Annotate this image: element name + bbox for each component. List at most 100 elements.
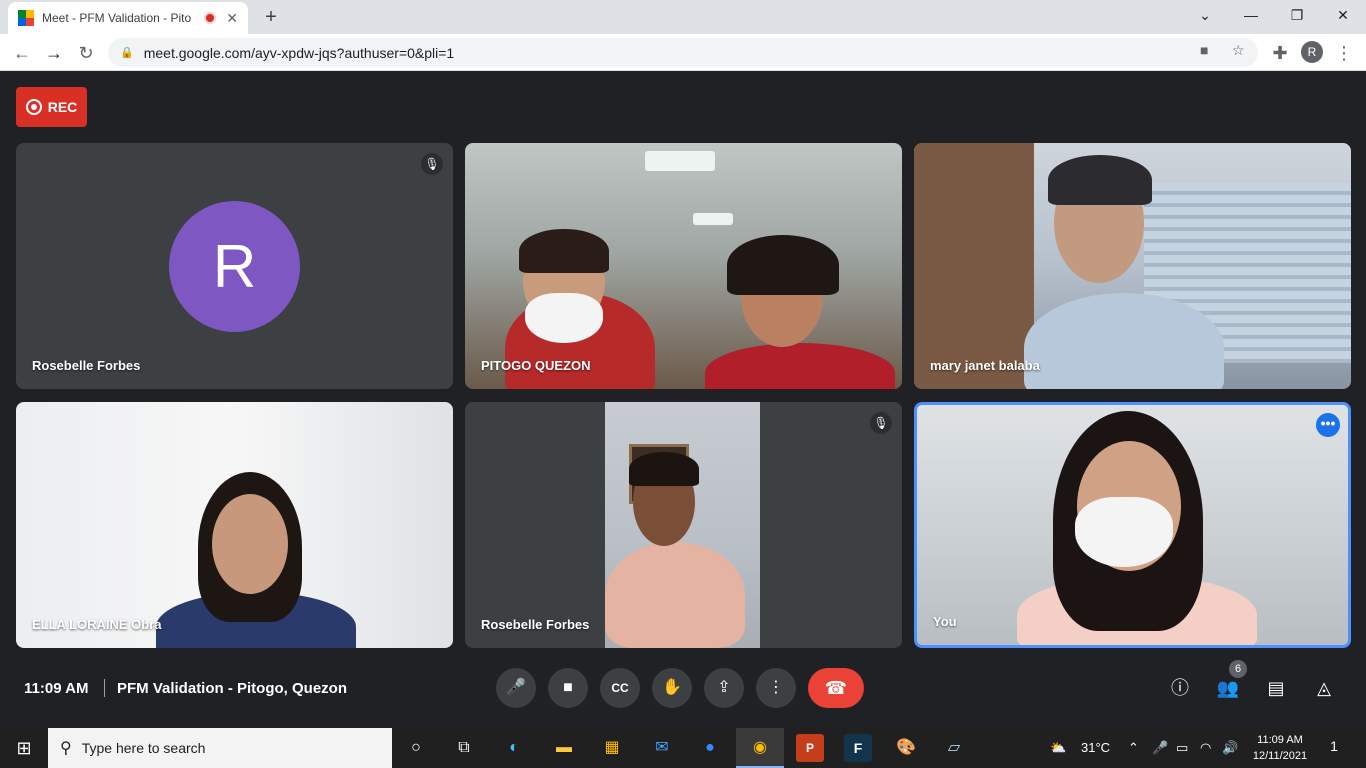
activities-icon: ◬ [1317,678,1331,698]
paint-icon[interactable]: 🎨 [892,734,920,762]
more-options-button[interactable]: ⋮ [756,668,796,708]
participant-video [605,402,760,648]
bookmark-star-icon[interactable]: ☆ [1232,42,1245,59]
windows-taskbar: ⊞ ⚲ Type here to search ○ ⧉ ◐ ▬ ▦ ✉ ● ◉ … [0,728,1366,768]
forward-arrow-icon[interactable]: → [40,39,68,67]
participant-tile-self[interactable]: ••• You [914,402,1351,648]
mic-off-icon: 🎙 [870,412,892,434]
close-window-button[interactable]: ✕ [1320,0,1366,30]
extensions-puzzle-icon[interactable]: ✚ [1266,39,1294,67]
raise-hand-button[interactable]: ✋ [652,668,692,708]
recording-label: REC [47,99,78,115]
back-arrow-icon[interactable]: ← [8,39,36,67]
camera-icon[interactable]: ■ [1200,42,1208,58]
present-icon: ⇪ [717,679,731,696]
video-camera-icon: ■ [563,679,573,696]
participant-tile[interactable]: ELLA LORAINE Obra [16,402,453,648]
tab-close-button[interactable]: ✕ [226,10,238,27]
participant-name: You [933,614,957,629]
participant-tile[interactable]: mary janet balaba [914,143,1351,389]
chrome-icon[interactable]: ◉ [746,734,774,762]
leave-call-button[interactable]: ☎ [808,668,864,708]
chat-button[interactable]: ▤ [1264,676,1288,700]
participant-video [914,143,1351,389]
tab-search-button[interactable]: ⌄ [1182,0,1228,30]
participant-tile[interactable]: PITOGO QUEZON [465,143,902,389]
microphone-tray-icon[interactable]: 🎤 [1152,728,1168,768]
microphone-icon: 🎤 [506,679,526,696]
clock-date: 12/11/2021 [1252,750,1308,762]
info-icon: ⓘ [1171,678,1189,698]
windows-start-icon[interactable]: ⊞ [0,728,48,768]
taskbar-search-box[interactable]: ⚲ Type here to search [48,728,392,768]
divider [104,679,105,697]
recording-badge: REC [16,87,87,127]
camera-button[interactable]: ■ [548,668,588,708]
participant-video [465,143,902,389]
search-icon: ⚲ [60,740,72,757]
captions-button[interactable]: CC [600,668,640,708]
profile-avatar[interactable]: R [1301,41,1323,63]
hand-icon: ✋ [662,679,682,696]
present-screen-button[interactable]: ⇪ [704,668,744,708]
url-input[interactable]: 🔒 meet.google.com/ayv-xpdw-jqs?authuser=… [108,38,1258,67]
mail-icon[interactable]: ✉ [648,734,676,762]
notification-icon[interactable]: 1 [1324,738,1344,758]
meeting-clock: 11:09 AM [24,680,89,697]
meeting-controls-bar: 11:09 AM PFM Validation - Pitogo, Quezon… [0,648,1366,728]
browser-tab[interactable]: Meet - PFM Validation - Pito ✕ [8,2,248,34]
recording-indicator-icon [204,12,217,24]
task-view-icon[interactable]: ⧉ [450,734,478,762]
file-explorer-icon[interactable]: ▬ [550,734,578,762]
participant-name: mary janet balaba [930,358,1040,373]
clock-time: 11:09 AM [1257,734,1303,746]
hang-up-icon: ☎ [824,678,848,698]
people-icon: 👥 [1216,678,1240,698]
lock-icon: 🔒 [120,47,134,59]
participant-tile[interactable]: 🎙 Rosebelle Forbes [465,402,902,648]
participant-name: Rosebelle Forbes [32,358,141,373]
participant-name: Rosebelle Forbes [481,617,590,632]
people-count-badge: 6 [1229,660,1247,678]
participant-name: PITOGO QUEZON [481,358,591,373]
new-tab-button[interactable]: + [258,4,284,30]
app-f-icon[interactable]: F [844,734,872,762]
chevron-up-icon[interactable]: ⌃ [1128,728,1139,768]
cortana-icon[interactable]: ○ [402,734,430,762]
participant-video [917,405,1348,645]
weather-icon[interactable]: ⛅ [1050,728,1066,768]
people-button[interactable]: 👥 [1216,676,1240,700]
meeting-title: PFM Validation - Pitogo, Quezon [117,680,347,697]
minimize-button[interactable]: — [1228,0,1274,30]
volume-icon[interactable]: 🔊 [1222,728,1238,768]
meet-main: REC R 🎙 Rosebelle Forbes PITOGO QUEZON m… [0,71,1366,728]
notepad-icon[interactable]: ▱ [940,734,968,762]
url-text: meet.google.com/ayv-xpdw-jqs?authuser=0&… [143,44,455,61]
participant-tile[interactable]: R 🎙 Rosebelle Forbes [16,143,453,389]
mic-off-icon: 🎙 [421,153,443,175]
participant-name: ELLA LORAINE Obra [32,617,162,632]
notification-count: 1 [1330,738,1338,754]
restore-button[interactable]: ❐ [1274,0,1320,30]
captions-icon: CC [611,681,629,695]
participant-video [16,402,453,648]
browser-menu-icon[interactable]: ⋮ [1330,39,1358,67]
microphone-button[interactable]: 🎤 [496,668,536,708]
chat-icon: ▤ [1267,678,1285,698]
weather-temperature[interactable]: 31°C [1081,728,1110,768]
microsoft-store-icon[interactable]: ▦ [598,734,626,762]
taskbar-clock[interactable]: 11:09 AM 12/11/2021 [1248,732,1312,764]
battery-icon[interactable]: ▭ [1176,728,1188,768]
wifi-icon[interactable]: ◠ [1200,728,1211,768]
powerpoint-icon[interactable]: P [796,734,824,762]
browser-tab-bar: Meet - PFM Validation - Pito ✕ + ⌄ — ❐ ✕ [0,0,1366,34]
edge-browser-icon[interactable]: ◐ [500,734,528,762]
more-options-button[interactable]: ••• [1316,413,1340,437]
tab-title: Meet - PFM Validation - Pito [42,11,192,25]
address-bar-row: ← → ↻ 🔒 meet.google.com/ayv-xpdw-jqs?aut… [0,34,1366,71]
meeting-info-button[interactable]: ⓘ [1168,676,1192,700]
more-vert-icon: ⋮ [768,679,784,696]
zoom-icon[interactable]: ● [696,734,724,762]
reload-icon[interactable]: ↻ [72,39,100,67]
activities-button[interactable]: ◬ [1312,676,1336,700]
